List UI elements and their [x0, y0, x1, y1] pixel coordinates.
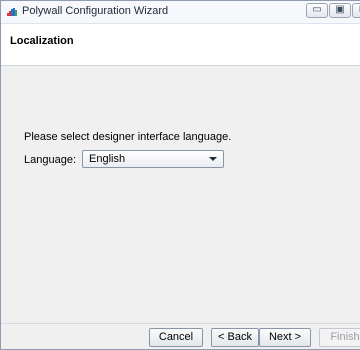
page-title: Localization — [10, 35, 74, 47]
chevron-down-icon — [209, 157, 217, 161]
language-label: Language: — [24, 154, 76, 166]
app-icon — [7, 8, 18, 16]
finish-button[interactable]: Finish — [319, 328, 360, 347]
back-button[interactable]: < Back — [211, 328, 259, 347]
wizard-header: Localization — [1, 24, 360, 66]
title-bar[interactable]: Polywall Configuration Wizard ▭ ▣ ⊠ — [1, 1, 360, 24]
wizard-footer: Cancel < Back Next > Finish — [1, 323, 360, 349]
window-title: Polywall Configuration Wizard — [22, 5, 169, 17]
maximize-button[interactable]: ▣ — [329, 3, 351, 18]
wizard-window: Polywall Configuration Wizard ▭ ▣ ⊠ Loca… — [0, 0, 360, 350]
next-button[interactable]: Next > — [259, 328, 311, 347]
app-icon-bar — [15, 10, 17, 16]
language-dropdown[interactable]: English — [82, 150, 224, 168]
language-prompt: Please select designer interface languag… — [24, 131, 232, 143]
language-selected-value: English — [89, 153, 126, 165]
close-button[interactable]: ⊠ — [352, 3, 360, 18]
cancel-button[interactable]: Cancel — [149, 328, 203, 347]
minimize-button[interactable]: ▭ — [306, 3, 328, 18]
wizard-content: Please select designer interface languag… — [1, 66, 360, 322]
